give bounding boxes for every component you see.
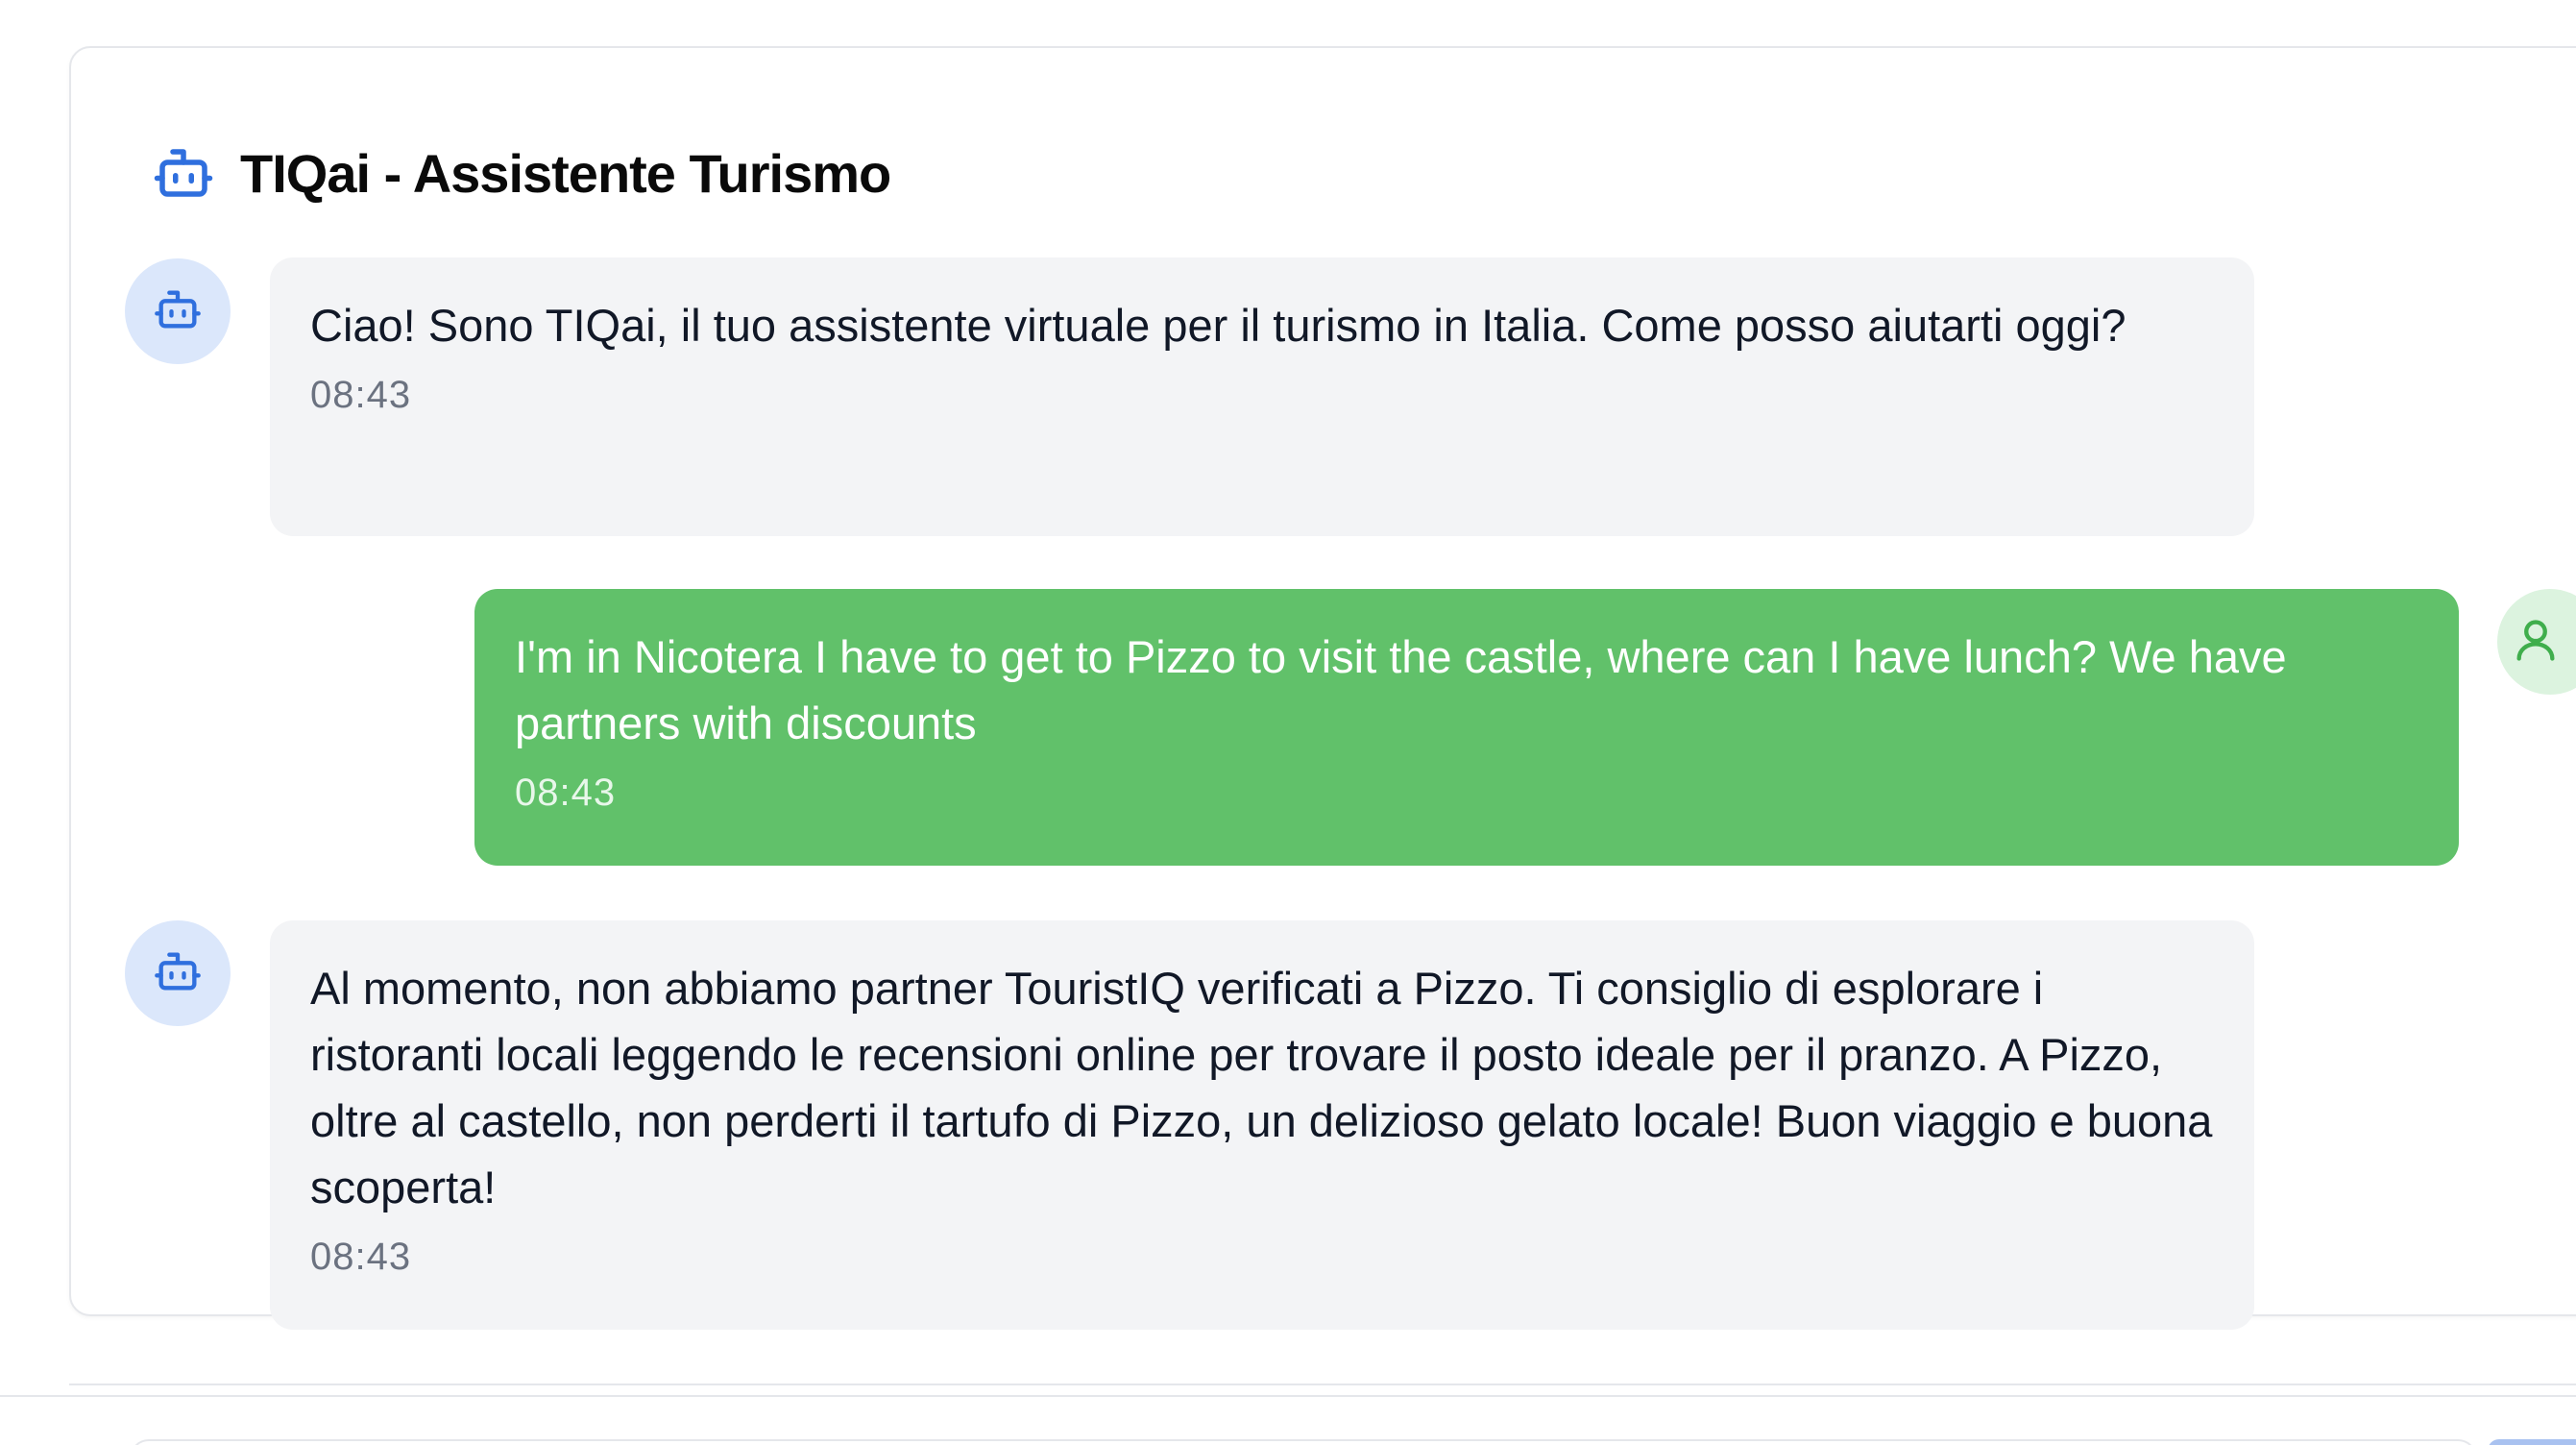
send-button[interactable]	[2488, 1439, 2576, 1445]
message-text: I'm in Nicotera I have to get to Pizzo t…	[515, 631, 2287, 748]
message-text: Al momento, non abbiamo partner TouristI…	[310, 963, 2213, 1212]
bot-avatar	[125, 258, 231, 364]
message-timestamp: 08:43	[310, 1236, 412, 1278]
message-input[interactable]	[130, 1439, 2477, 1445]
user-message: I'm in Nicotera I have to get to Pizzo t…	[474, 589, 2459, 866]
message-timestamp: 08:43	[515, 771, 617, 814]
message-timestamp: 08:43	[310, 374, 412, 416]
bot-icon	[153, 946, 203, 1001]
divider	[69, 1384, 2576, 1385]
message-list: Ciao! Sono TIQai, il tuo assistente virt…	[0, 0, 2576, 1445]
page: TIQai - Assistente Turismo Ciao! Sono TI…	[0, 0, 2576, 1445]
message-text: Ciao! Sono TIQai, il tuo assistente virt…	[310, 300, 2126, 351]
bot-message: Ciao! Sono TIQai, il tuo assistente virt…	[270, 257, 2254, 536]
user-icon	[2511, 615, 2561, 670]
bot-icon	[153, 284, 203, 339]
bot-avatar	[125, 920, 231, 1026]
bot-message: Al momento, non abbiamo partner TouristI…	[270, 920, 2254, 1330]
user-avatar	[2497, 589, 2576, 695]
